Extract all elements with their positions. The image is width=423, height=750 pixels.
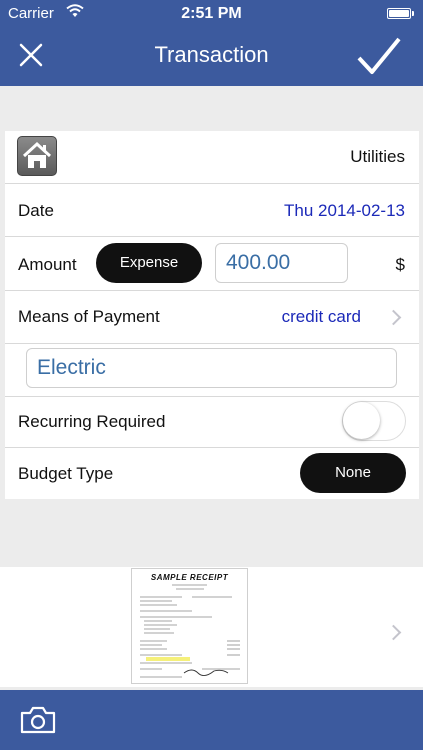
note-input[interactable]: Electric xyxy=(26,348,397,388)
header-bar: Carrier 2:51 PM Transaction xyxy=(0,0,423,86)
receipt-title: SAMPLE RECEIPT xyxy=(150,573,229,582)
transaction-form: Utilities Date Thu 2014-02-13 Amount Exp… xyxy=(5,131,419,499)
expense-toggle-button[interactable]: Expense xyxy=(96,243,202,283)
receipt-thumbnail[interactable]: SAMPLE RECEIPT xyxy=(131,568,248,684)
amount-label: Amount xyxy=(18,255,77,274)
category-row[interactable]: Utilities xyxy=(5,131,419,184)
category-value: Utilities xyxy=(350,147,405,166)
recurring-toggle[interactable] xyxy=(342,401,406,441)
recurring-row: Recurring Required xyxy=(5,397,419,448)
payment-value[interactable]: credit card xyxy=(282,307,361,327)
toggle-knob xyxy=(343,402,380,439)
status-bar: Carrier 2:51 PM xyxy=(0,0,423,28)
chevron-right-icon xyxy=(385,309,402,326)
house-icon xyxy=(17,136,57,176)
bottom-toolbar xyxy=(0,690,423,750)
chevron-right-icon xyxy=(385,624,402,641)
currency-label: $ xyxy=(395,255,405,274)
payment-row[interactable]: Means of Payment credit card xyxy=(5,291,419,344)
clock-time: 2:51 PM xyxy=(181,5,242,22)
budget-label: Budget Type xyxy=(18,464,114,483)
date-label: Date xyxy=(18,201,54,220)
budget-row: Budget Type None xyxy=(5,448,419,499)
recurring-label: Recurring Required xyxy=(18,412,166,431)
budget-type-button[interactable]: None xyxy=(300,453,406,493)
camera-icon[interactable] xyxy=(20,706,56,734)
battery-icon xyxy=(387,8,414,19)
date-value[interactable]: Thu 2014-02-13 xyxy=(284,201,405,221)
payment-label: Means of Payment xyxy=(18,307,160,326)
amount-input[interactable]: 400.00 xyxy=(215,243,348,283)
amount-row: Amount Expense 400.00 $ xyxy=(5,237,419,291)
receipt-lines-graphic xyxy=(140,584,240,678)
date-row[interactable]: Date Thu 2014-02-13 xyxy=(5,184,419,237)
receipt-row[interactable]: SAMPLE RECEIPT xyxy=(0,567,423,687)
checkmark-icon[interactable] xyxy=(355,34,403,78)
note-row: Electric xyxy=(5,344,419,397)
